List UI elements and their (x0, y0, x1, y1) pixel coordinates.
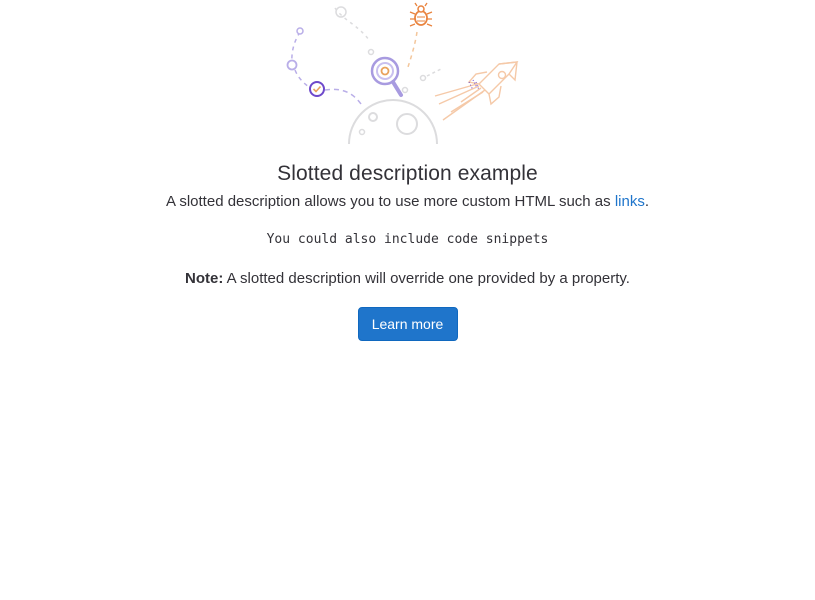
empty-state-note: Note: A slotted description will overrid… (0, 269, 815, 289)
empty-state-title: Slotted description example (277, 162, 538, 185)
description-text-end: . (644, 193, 649, 210)
note-text: A slotted description will override one … (223, 270, 630, 287)
code-snippet-text: You could also include code snippets (266, 232, 549, 247)
note-label: Note: (185, 270, 224, 287)
code-snippet: You could also include code snippets (0, 231, 815, 249)
learn-more-button[interactable]: Learn more (357, 307, 458, 341)
empty-state-illustration-icon (286, 2, 519, 144)
description-text: A slotted description allows you to use … (166, 193, 615, 210)
empty-state-description: A slotted description allows you to use … (0, 192, 815, 212)
description-link[interactable]: links (615, 193, 645, 210)
empty-state-actions: Learn more (0, 307, 815, 341)
